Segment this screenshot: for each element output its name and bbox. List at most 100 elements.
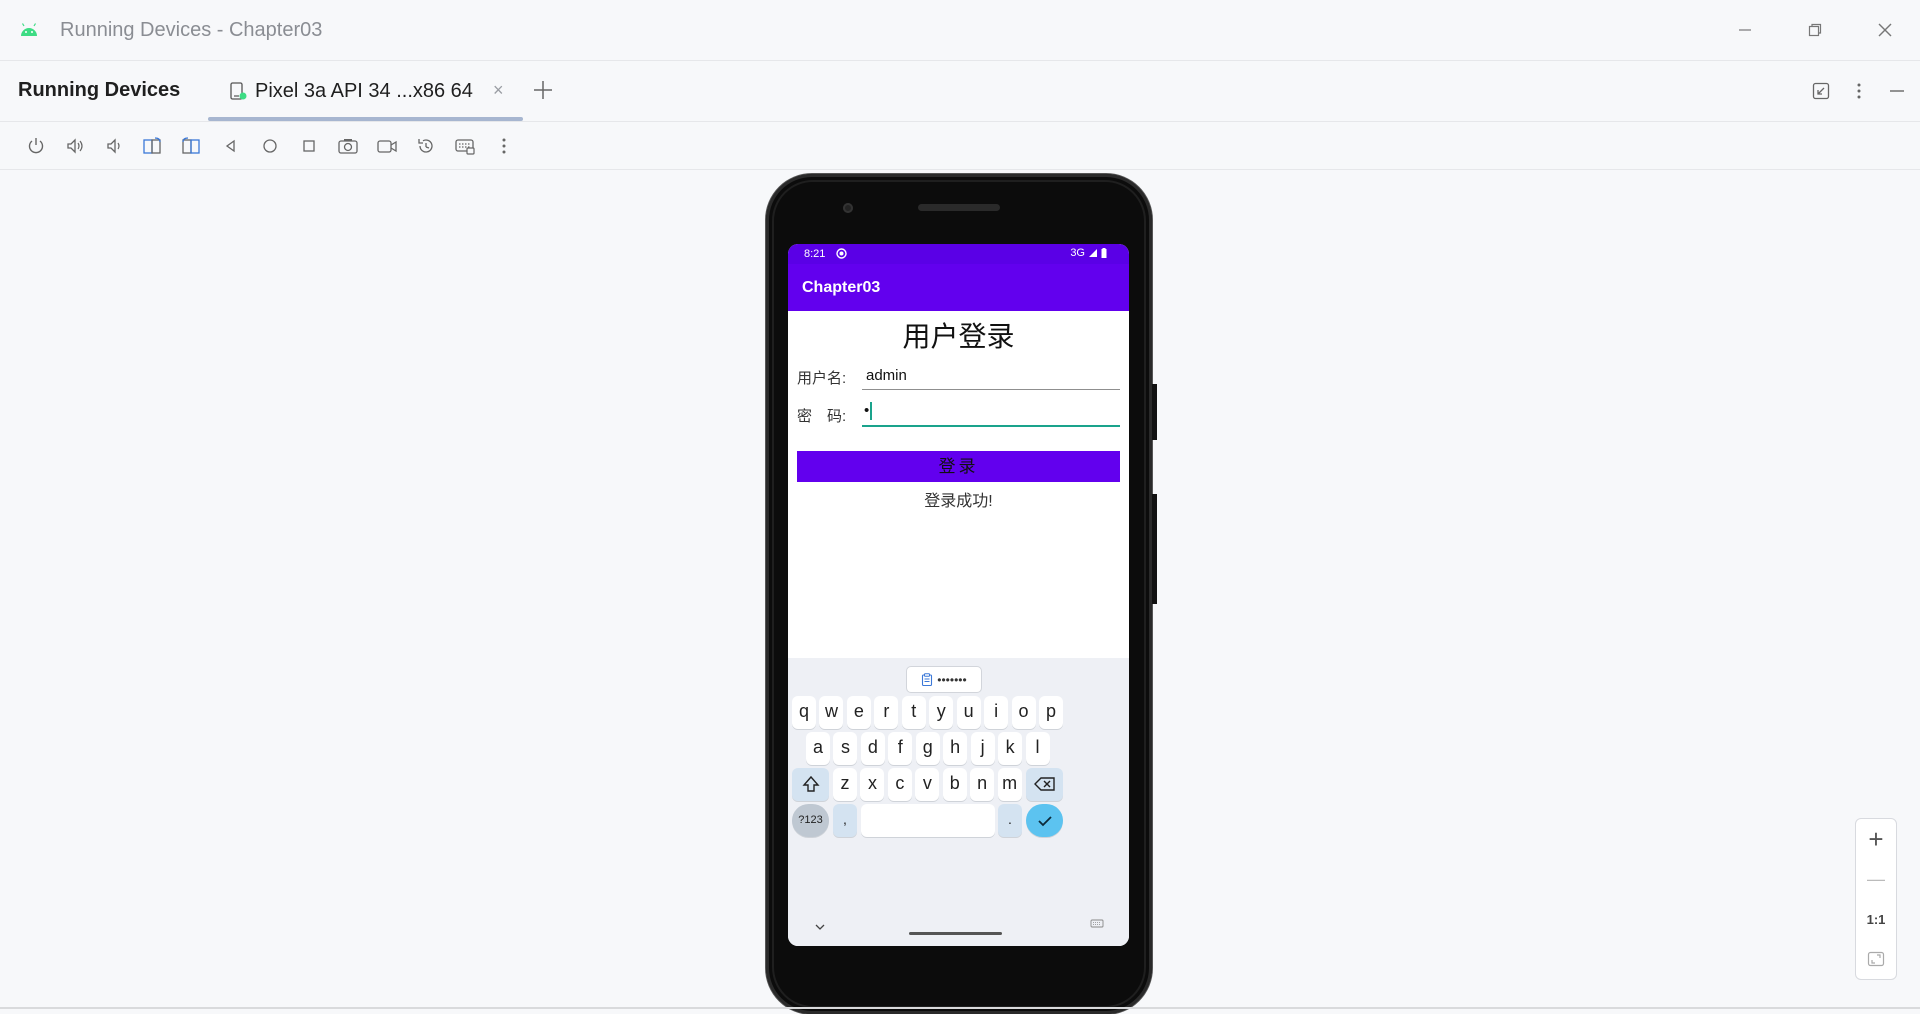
options-button[interactable] [1840,72,1878,110]
symbols-key[interactable]: ?123 [792,804,829,837]
device-power-key[interactable] [1152,384,1157,440]
checkmark-icon [1037,816,1052,827]
screenshot-button[interactable] [328,128,367,164]
key-l[interactable]: l [1025,732,1050,765]
key-x[interactable]: x [860,768,885,801]
add-tab-icon[interactable] [530,77,556,108]
text-cursor [870,402,873,421]
device-screen[interactable]: 8:21 3G Chapter03 用户登录 用户名: admin 密 码: •… [788,244,1129,946]
key-e[interactable]: e [846,696,871,729]
tool-window-header: Running Devices Pixel 3a API 34 ...x86 6… [0,61,1920,122]
key-t[interactable]: t [901,696,926,729]
key-b[interactable]: b [942,768,967,801]
key-m[interactable]: m [997,768,1022,801]
clipboard-icon [922,673,933,686]
screen-title: 用户登录 [902,321,1015,352]
keyboard-switch-icon[interactable] [1090,916,1104,934]
key-c[interactable]: c [887,768,912,801]
key-j[interactable]: j [970,732,995,765]
tab-selected-indicator [208,117,523,121]
minimize-button[interactable] [1710,0,1780,60]
gesture-home-indicator[interactable] [909,932,1002,935]
key-h[interactable]: h [943,732,968,765]
restore-icon [1808,23,1822,37]
keyboard-icon [454,138,475,155]
device-tab[interactable]: Pixel 3a API 34 ...x86 64 × [208,61,523,121]
fit-screen-button[interactable] [1856,939,1896,979]
window-controls [1710,0,1920,60]
device-volume-keys[interactable] [1152,494,1157,604]
volume-down-button[interactable] [94,128,133,164]
key-q[interactable]: q [792,696,816,729]
window-titlebar: Running Devices - Chapter03 [0,0,1920,61]
key-p[interactable]: p [1038,696,1063,729]
minimize-icon [1890,90,1904,92]
zoom-out-icon: — [1867,868,1885,889]
close-window-button[interactable] [1850,0,1920,60]
key-v[interactable]: v [915,768,940,801]
close-icon [1878,23,1892,37]
power-button[interactable] [16,128,55,164]
rotate-right-button[interactable] [172,128,211,164]
home-icon [262,138,277,153]
key-w[interactable]: w [819,696,844,729]
key-a[interactable]: a [806,732,830,765]
reset-icon [417,138,433,153]
keyboard-button[interactable] [445,128,484,164]
shift-key[interactable] [792,768,829,801]
volume-up-icon [66,137,83,154]
overview-button[interactable] [289,128,328,164]
kebab-icon [1857,83,1861,99]
key-g[interactable]: g [915,732,940,765]
rotate-left-icon [142,136,161,154]
more-actions-button[interactable] [484,128,523,164]
rotate-left-button[interactable] [133,128,172,164]
zoom-in-icon: + [1868,823,1884,854]
restore-button[interactable] [1780,0,1850,60]
login-button[interactable]: 登录 [797,451,1120,482]
earpiece-speaker [918,204,1000,211]
space-key[interactable] [861,804,995,837]
screenshot-icon [337,138,358,154]
period-key[interactable]: . [998,804,1022,837]
status-time: 8:21 [804,248,826,260]
zoom-controls: + — 1:1 [1855,818,1897,980]
reset-button[interactable] [406,128,445,164]
key-f[interactable]: f [888,732,913,765]
key-k[interactable]: k [998,732,1023,765]
back-button[interactable] [211,128,250,164]
key-d[interactable]: d [860,732,885,765]
key-i[interactable]: i [984,696,1009,729]
key-n[interactable]: n [970,768,995,801]
login-result-text: 登录成功! [924,493,993,510]
status-right: 3G [1070,247,1107,259]
key-u[interactable]: u [956,696,981,729]
app-bar: Chapter03 [788,264,1129,311]
close-tab-icon[interactable]: × [493,80,504,101]
key-r[interactable]: r [874,696,899,729]
rotate-right-icon [181,136,200,154]
zoom-in-button[interactable]: + [1856,819,1896,859]
password-value: • [864,402,870,419]
comma-key[interactable]: , [833,804,857,837]
enter-key[interactable] [1026,804,1063,837]
key-o[interactable]: o [1011,696,1036,729]
hide-keyboard-icon[interactable] [814,918,826,936]
hide-button[interactable] [1878,72,1916,110]
backspace-key[interactable] [1026,768,1063,801]
username-field[interactable]: admin [862,363,1120,390]
zoom-out-button[interactable]: — [1856,859,1896,899]
home-button[interactable] [250,128,289,164]
screen-record-button[interactable] [367,128,406,164]
network-type: 3G [1070,247,1085,259]
volume-up-button[interactable] [55,128,94,164]
actual-size-button[interactable]: 1:1 [1856,899,1896,939]
key-y[interactable]: y [929,696,954,729]
volume-down-icon [106,137,120,154]
screen-record-icon [376,139,397,153]
clipboard-suggestion[interactable]: ••••••• [906,666,982,693]
key-s[interactable]: s [833,732,858,765]
password-field[interactable]: • [862,399,1120,427]
key-z[interactable]: z [833,768,857,801]
float-window-button[interactable] [1802,72,1840,110]
